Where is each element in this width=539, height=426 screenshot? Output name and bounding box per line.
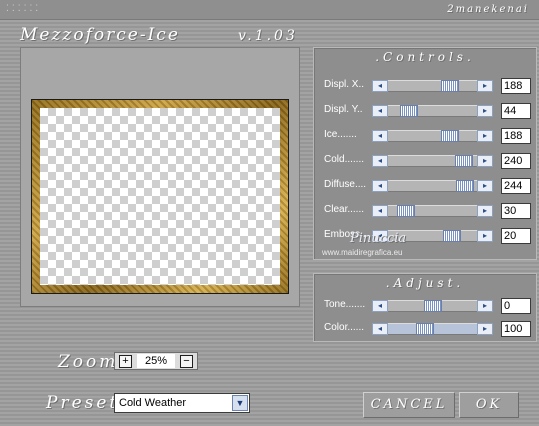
chevron-right-icon[interactable]: ▸ [477,205,493,217]
slider-label: Ice....... [324,129,357,140]
preview-panel [20,47,300,307]
slider-thumb[interactable] [397,205,415,217]
slider-track[interactable]: ◂ ▸ [372,105,493,117]
slider-thumb[interactable] [424,300,442,312]
chevron-left-icon[interactable]: ◂ [372,205,388,217]
chevron-right-icon[interactable]: ▸ [477,323,493,335]
slider-track[interactable]: ◂ ▸ [372,205,493,217]
slider-label: Displ. Y.. [324,104,363,115]
cancel-button[interactable]: CANCEL [363,392,455,418]
slider-thumb[interactable] [455,155,473,167]
chevron-left-icon[interactable]: ◂ [372,323,388,335]
chevron-right-icon[interactable]: ▸ [477,130,493,142]
slider-value-input[interactable]: 0 [501,298,531,314]
slider-row: Diffuse.... ◂ ▸ 244 [322,175,534,197]
slider-value-input[interactable]: 244 [501,178,531,194]
slider-value-input[interactable]: 44 [501,103,531,119]
adjust-panel: .Adjust. Tone....... ◂ ▸ 0 Color...... ◂ ▸ 100 [313,273,537,342]
slider-row: Cold....... ◂ ▸ 240 [322,150,534,172]
preset-dropdown[interactable]: Cold Weather ▼ [114,393,250,413]
watermark-name: Pinuccia [350,231,407,246]
slider-thumb[interactable] [456,180,474,192]
chevron-left-icon[interactable]: ◂ [372,80,388,92]
app-title: Mezzoforce-Ice [20,25,180,45]
slider-row: Clear...... ◂ ▸ 30 [322,200,534,222]
slider-label: Tone....... [324,299,366,310]
title-bar[interactable]: ⁚⁚⁚⁚⁚⁚ 2manekenai [0,0,539,20]
ok-button[interactable]: OK [459,392,519,418]
slider-track[interactable]: ◂ ▸ [372,180,493,192]
chevron-left-icon[interactable]: ◂ [372,130,388,142]
slider-label: Displ. X.. [324,79,365,90]
slider-row: Tone....... ◂ ▸ 0 [322,295,534,317]
chevron-right-icon[interactable]: ▸ [477,105,493,117]
slider-thumb[interactable] [416,323,434,335]
preview-frame [31,99,289,294]
slider-track[interactable]: ◂ ▸ [372,80,493,92]
slider-thumb[interactable] [400,105,418,117]
slider-row: Displ. Y.. ◂ ▸ 44 [322,100,534,122]
controls-title: .Controls. [375,50,475,64]
slider-value-input[interactable]: 240 [501,153,531,169]
slider-row: Displ. X.. ◂ ▸ 188 [322,75,534,97]
slider-track[interactable]: ◂ ▸ [372,155,493,167]
slider-row: Color...... ◂ ▸ 100 [322,318,534,340]
chevron-right-icon[interactable]: ▸ [477,300,493,312]
chevron-left-icon[interactable]: ◂ [372,300,388,312]
chevron-right-icon[interactable]: ▸ [477,180,493,192]
slider-track[interactable]: ◂ ▸ [372,323,493,335]
slider-track[interactable]: ◂ ▸ [372,130,493,142]
preset-label: Preset [46,393,120,413]
drag-handle[interactable]: ⁚⁚⁚⁚⁚⁚ [6,4,41,14]
slider-track[interactable]: ◂ ▸ [372,300,493,312]
zoom-out-button[interactable]: − [180,355,193,368]
chevron-left-icon[interactable]: ◂ [372,155,388,167]
chevron-down-icon[interactable]: ▼ [232,395,248,411]
slider-value-input[interactable]: 30 [501,203,531,219]
chevron-right-icon[interactable]: ▸ [477,230,493,242]
chevron-right-icon[interactable]: ▸ [477,155,493,167]
slider-value-input[interactable]: 20 [501,228,531,244]
author-label: 2manekenai [447,4,529,15]
watermark-url: www.maidiregrafica.eu [322,248,403,257]
zoom-control: + 25% − [114,352,198,370]
preset-selected-value: Cold Weather [119,397,187,409]
slider-label: Clear...... [324,204,365,215]
transparent-canvas [40,108,280,285]
slider-row: Ice....... ◂ ▸ 188 [322,125,534,147]
slider-label: Cold....... [324,154,365,165]
chevron-left-icon[interactable]: ◂ [372,180,388,192]
slider-thumb[interactable] [443,230,461,242]
chevron-right-icon[interactable]: ▸ [477,80,493,92]
chevron-left-icon[interactable]: ◂ [372,105,388,117]
zoom-value: 25% [137,354,175,368]
slider-value-input[interactable]: 188 [501,128,531,144]
version-label: v.1.03 [238,28,298,44]
slider-thumb[interactable] [441,80,459,92]
slider-label: Diffuse.... [324,179,367,190]
slider-value-input[interactable]: 188 [501,78,531,94]
controls-panel: .Controls. Displ. X.. ◂ ▸ 188 Displ. Y.. ◂ ▸ 44… [313,47,537,260]
adjust-title: .Adjust. [385,276,465,290]
zoom-label: Zoom [58,352,119,372]
slider-label: Color...... [324,322,365,333]
zoom-in-button[interactable]: + [119,355,132,368]
slider-thumb[interactable] [441,130,459,142]
slider-value-input[interactable]: 100 [501,321,531,337]
